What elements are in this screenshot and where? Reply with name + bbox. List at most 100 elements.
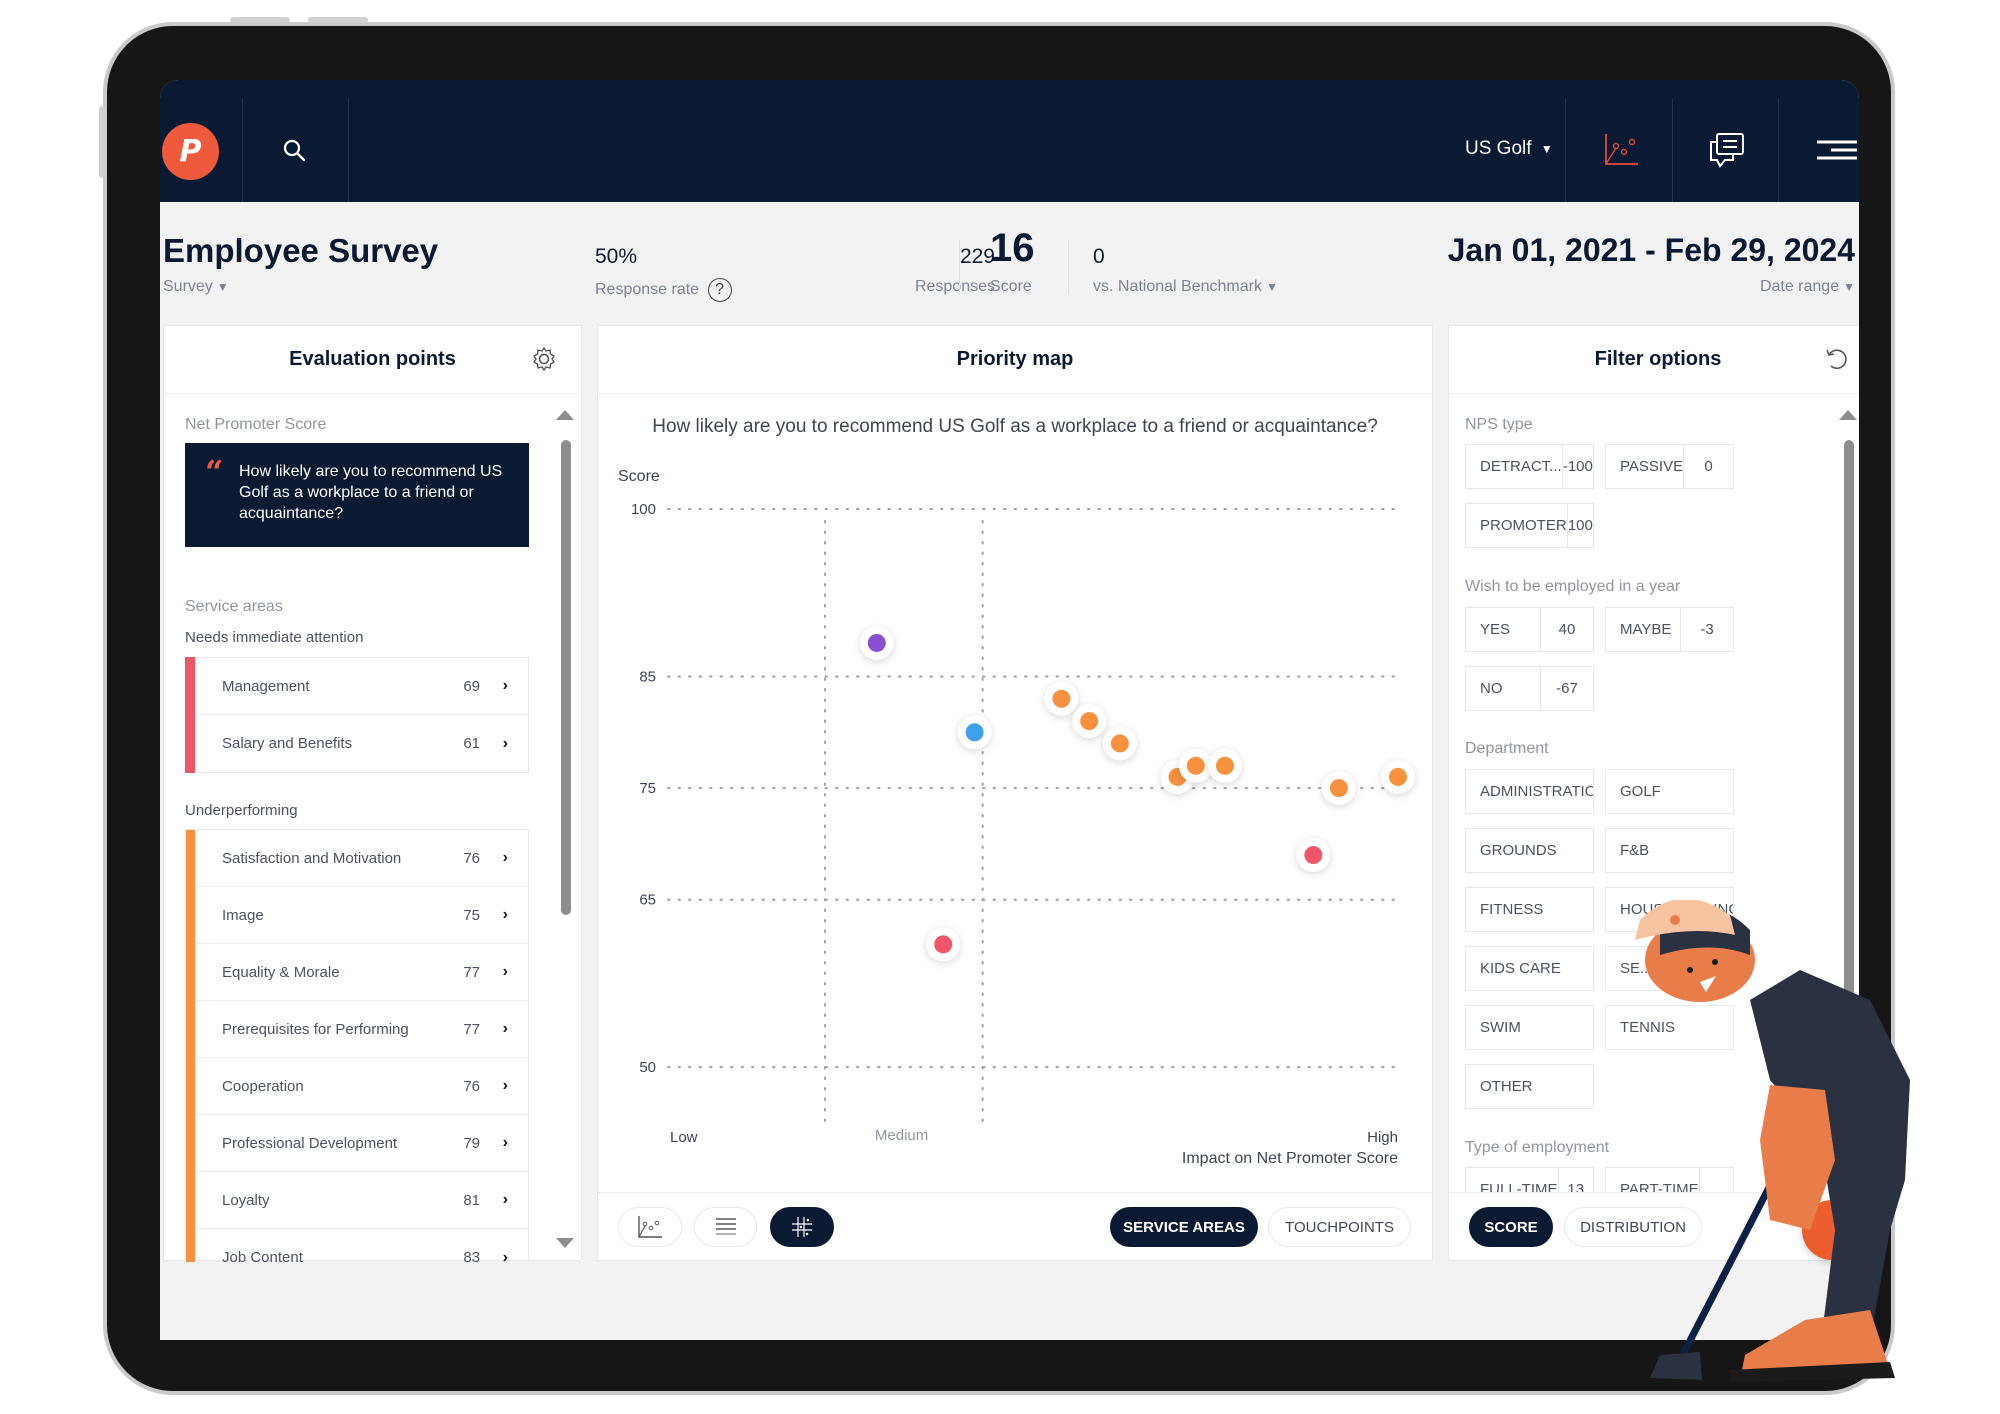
data-point[interactable] (1215, 756, 1234, 775)
department-chip[interactable]: GROUNDS (1465, 828, 1594, 873)
list-item[interactable]: Equality & Morale 77 › (196, 944, 528, 1001)
survey-dropdown[interactable]: Survey ▼ (163, 278, 229, 296)
scroll-up-icon[interactable] (1839, 410, 1857, 420)
attention-label: Needs immediate attention (185, 629, 364, 646)
response-rate-text: Response rate (595, 281, 700, 298)
chat-icon[interactable] (1707, 130, 1747, 170)
data-point[interactable] (867, 633, 886, 652)
menu-icon[interactable] (1815, 130, 1859, 170)
chip-label: SWIM (1480, 1019, 1521, 1036)
tab-score[interactable]: Score (1469, 1207, 1553, 1247)
chip-label: PASSIVE (1620, 458, 1684, 475)
y-axis-label: Score (618, 468, 660, 485)
list-item[interactable]: Management 69 › (196, 658, 528, 715)
reset-icon[interactable] (1823, 346, 1849, 372)
list-item[interactable]: Professional Development 79 › (196, 1115, 528, 1172)
nps-label: Net Promoter Score (185, 416, 327, 433)
tab-service-areas[interactable]: Service areas (1110, 1207, 1258, 1247)
department-chip[interactable]: FITNESS (1465, 887, 1594, 932)
department-chip[interactable]: SE... (1605, 946, 1734, 991)
list-item-score: 76 (463, 849, 480, 867)
chip-label: PROMOTER (1480, 517, 1567, 534)
x-tick-label: Medium (875, 1127, 928, 1144)
list-item-label: Image (222, 906, 264, 924)
tab-touchpoints[interactable]: Touchpoints (1268, 1207, 1411, 1247)
list-item[interactable]: Loyalty 81 › (196, 1172, 528, 1229)
chevron-down-icon: ▼ (216, 279, 229, 294)
department-chip[interactable]: OTHER (1465, 1064, 1594, 1109)
department-chip[interactable]: TENNIS (1605, 1005, 1734, 1050)
list-item-score: 83 (463, 1249, 480, 1262)
date-range-dropdown[interactable]: Date range ▼ (1760, 278, 1855, 296)
logo-text: P (179, 134, 202, 169)
chip-label: GOLF (1620, 783, 1661, 800)
department-chip[interactable]: F&B (1605, 828, 1734, 873)
list-item-label: Salary and Benefits (222, 735, 353, 752)
chevron-right-icon: › (502, 734, 508, 752)
wish-chip[interactable]: YES 40 (1465, 607, 1594, 652)
list-item[interactable]: Image 75 › (196, 887, 528, 944)
gear-icon[interactable] (531, 346, 557, 372)
department-chip[interactable]: HOUSEKEEPING/... (1605, 887, 1734, 932)
chip-count: -67 (1540, 667, 1593, 710)
data-point[interactable] (1080, 712, 1099, 731)
quadrant-view-button[interactable] (770, 1207, 834, 1247)
list-item-label: Job Content (222, 1249, 303, 1262)
scrollbar[interactable] (556, 406, 574, 1256)
nps-question-card[interactable]: “ How likely are you to recommend US Gol… (185, 443, 529, 547)
wish-chip[interactable]: NO -67 (1465, 666, 1594, 711)
nps-type-chip[interactable]: DETRACT... -100 (1465, 444, 1594, 489)
scroll-thumb[interactable] (561, 440, 571, 915)
data-point[interactable] (1052, 689, 1071, 708)
list-item[interactable]: Prerequisites for Performing 77 › (196, 1001, 528, 1058)
scroll-down-icon[interactable] (556, 1238, 574, 1248)
scrollbar[interactable] (1839, 406, 1857, 1256)
service-areas-label: Service areas (185, 598, 283, 615)
tablet-volume-button (308, 17, 368, 23)
list-item[interactable]: Job Content 83 › (196, 1229, 528, 1263)
chip-label: MAYBE (1620, 621, 1672, 638)
department-chip[interactable]: GOLF (1605, 769, 1734, 814)
chevron-down-icon: ▼ (1843, 279, 1855, 294)
wish-chip[interactable]: MAYBE -3 (1605, 607, 1734, 652)
scroll-thumb[interactable] (1844, 440, 1854, 1120)
department-chip[interactable]: SWIM (1465, 1005, 1594, 1050)
priority-map-chart: Score 100 85 75 65 50 Low Medium High Impact on N… (618, 468, 1415, 1167)
organization-dropdown[interactable]: US Golf ▼ (1465, 138, 1553, 160)
y-tick-label: 50 (639, 1059, 656, 1076)
app-logo[interactable]: P (162, 123, 219, 180)
chat-launcher-button[interactable] (1802, 1200, 1859, 1260)
chip-label: OTHER (1480, 1078, 1533, 1095)
help-icon[interactable]: ? (707, 278, 732, 302)
nps-type-chip[interactable]: PROMOTER 100 (1465, 503, 1594, 548)
benchmark-dropdown[interactable]: vs. National Benchmark ▼ (1093, 278, 1278, 296)
tab-distribution[interactable]: Distribution (1564, 1207, 1702, 1247)
chevron-right-icon: › (502, 849, 508, 866)
scatter-view-button[interactable] (618, 1207, 682, 1247)
department-chip[interactable]: ADMINISTRATION (1465, 769, 1594, 814)
list-item[interactable]: Satisfaction and Motivation 76 › (196, 830, 528, 887)
nps-type-chip[interactable]: PASSIVE 0 (1605, 444, 1734, 489)
list-item-label: Management (222, 677, 310, 695)
data-point[interactable] (965, 723, 984, 742)
y-tick-label: 65 (639, 892, 656, 909)
scatter-chart-icon[interactable] (1602, 130, 1642, 170)
list-view-button[interactable] (694, 1207, 757, 1247)
chip-count: 40 (1540, 608, 1593, 651)
data-point[interactable] (1186, 756, 1205, 775)
list-item-label: Loyalty (222, 1191, 270, 1209)
data-point[interactable] (1389, 767, 1407, 786)
search-icon[interactable] (280, 136, 310, 166)
data-point[interactable] (1110, 734, 1129, 753)
list-item-label: Professional Development (222, 1134, 398, 1152)
chip-label: TENNIS (1620, 1019, 1676, 1036)
data-point[interactable] (934, 935, 953, 954)
list-item[interactable]: Salary and Benefits 61 › (196, 715, 528, 772)
scroll-up-icon[interactable] (556, 410, 574, 420)
divider (1068, 240, 1069, 295)
list-item[interactable]: Cooperation 76 › (196, 1058, 528, 1115)
data-point[interactable] (1304, 846, 1323, 865)
data-point[interactable] (1329, 779, 1348, 798)
chevron-down-icon: ▼ (1265, 279, 1278, 294)
department-chip[interactable]: KIDS CARE (1465, 946, 1594, 991)
